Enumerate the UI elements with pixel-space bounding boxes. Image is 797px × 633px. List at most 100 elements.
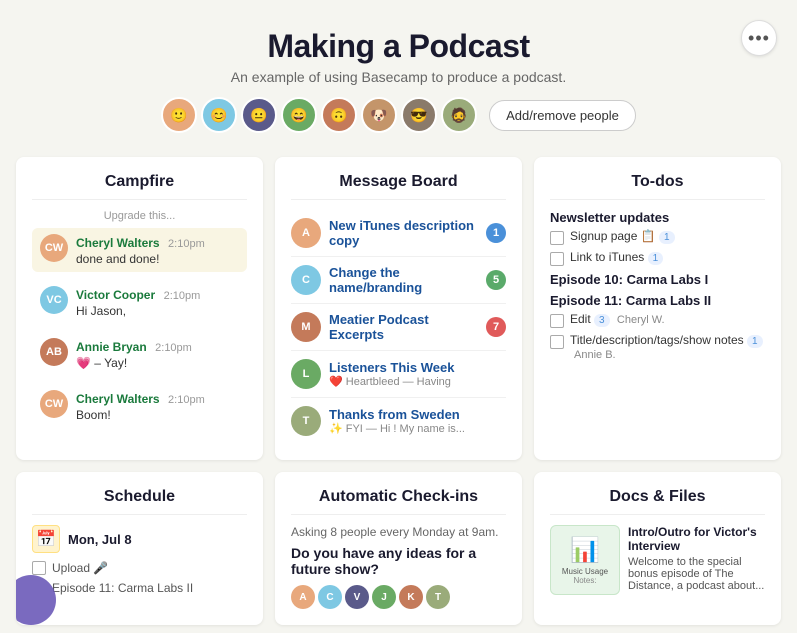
avatar[interactable]: 🐶 (361, 97, 397, 133)
checkins-avatars: A C V J K T (291, 585, 506, 609)
chat-time: 2:10pm (155, 342, 192, 354)
todo-item: Link to iTunes 1 (550, 250, 765, 266)
schedule-day: Mon, Jul 8 (68, 532, 132, 547)
avatar: VC (40, 286, 68, 314)
chat-item: CW Cheryl Walters 2:10pm Boom! (32, 384, 247, 428)
schedule-event: Mon, Jul 8 (68, 532, 132, 547)
avatar[interactable]: 🙂 (161, 97, 197, 133)
chat-item: AB Annie Bryan 2:10pm 💗 – Yay! (32, 332, 247, 376)
avatar: C (291, 265, 321, 295)
chat-message: 💗 – Yay! (76, 356, 239, 370)
page-header: Making a Podcast An example of using Bas… (0, 0, 797, 149)
campfire-title: Campfire (32, 173, 247, 200)
todo-checkbox[interactable] (550, 335, 564, 349)
avatar: V (345, 585, 369, 609)
todo-section-label: Episode 11: Carma Labs II (550, 293, 765, 308)
todo-item: Edit 3 Cheryl W. (550, 312, 765, 328)
avatar[interactable]: 😎 (401, 97, 437, 133)
avatar: C (318, 585, 342, 609)
message-badge: 5 (486, 270, 506, 290)
avatar[interactable]: 😐 (241, 97, 277, 133)
msg-item[interactable]: C Change the name/branding 5 (291, 257, 506, 304)
todo-item: Signup page 📋 1 (550, 229, 765, 245)
chat-item: CW Cheryl Walters 2:10pm done and done! (32, 228, 247, 272)
todo-badge: 1 (747, 335, 763, 348)
avatar: A (291, 585, 315, 609)
schedule-card: Schedule 📅 Mon, Jul 8 Upload 🎤 Episode 1… (16, 472, 263, 625)
doc-thumbnail[interactable]: 📊 Music Usage Notes: (550, 525, 620, 595)
page-subtitle: An example of using Basecamp to produce … (20, 69, 777, 85)
schedule-title: Schedule (32, 488, 247, 515)
docs-card: Docs & Files 📊 Music Usage Notes: Intro/… (534, 472, 781, 625)
message-board-card: Message Board A New iTunes description c… (275, 157, 522, 460)
message-badge: 7 (486, 317, 506, 337)
chat-time: 2:10pm (164, 290, 201, 302)
avatar: L (291, 359, 321, 389)
avatar: T (291, 406, 321, 436)
avatar[interactable]: 😊 (201, 97, 237, 133)
msg-item[interactable]: M Meatier Podcast Excerpts 7 (291, 304, 506, 351)
message-title: New iTunes description copy (329, 218, 478, 248)
avatar: J (372, 585, 396, 609)
avatar: T (426, 585, 450, 609)
avatar[interactable]: 😄 (281, 97, 317, 133)
msg-item[interactable]: L Listeners This Week ❤️ Heartbleed — Ha… (291, 351, 506, 398)
avatar: CW (40, 234, 68, 262)
message-badge: 1 (486, 223, 506, 243)
upgrade-notice: Upgrade this... (32, 210, 247, 222)
avatar: A (291, 218, 321, 248)
chat-time: 2:10pm (168, 394, 205, 406)
chat-message: Boom! (76, 408, 239, 422)
spreadsheet-icon: 📊 (570, 536, 600, 565)
doc-title: Intro/Outro for Victor's Interview (628, 525, 765, 553)
avatar: CW (40, 390, 68, 418)
avatar: M (291, 312, 321, 342)
avatar[interactable]: 🧔 (441, 97, 477, 133)
chat-name: Cheryl Walters (76, 236, 160, 250)
todos-card: To-dos Newsletter updates Signup page 📋 … (534, 157, 781, 460)
campfire-card: Campfire Upgrade this... CW Cheryl Walte… (16, 157, 263, 460)
docs-item: 📊 Music Usage Notes: Intro/Outro for Vic… (550, 525, 765, 595)
avatar[interactable]: 🙃 (321, 97, 357, 133)
doc-label: Music Usage (562, 567, 608, 576)
team-avatars: 🙂 😊 😐 😄 🙃 🐶 😎 🧔 Add/remove people (20, 97, 777, 133)
checkins-title: Automatic Check-ins (291, 488, 506, 515)
message-title: Change the name/branding (329, 265, 478, 295)
page-title: Making a Podcast (20, 28, 777, 65)
schedule-item: 📅 Mon, Jul 8 (32, 525, 247, 553)
chat-name: Annie Bryan (76, 340, 147, 354)
chat-name: Cheryl Walters (76, 392, 160, 406)
message-title: Thanks from Sweden (329, 407, 506, 422)
decorative-circle (16, 575, 56, 625)
todo-checkbox[interactable] (550, 252, 564, 266)
add-people-button[interactable]: Add/remove people (489, 100, 636, 131)
checkins-card: Automatic Check-ins Asking 8 people ever… (275, 472, 522, 625)
todo-section-label: Newsletter updates (550, 210, 765, 225)
todo-checkbox[interactable] (550, 314, 564, 328)
checkins-description: Asking 8 people every Monday at 9am. (291, 525, 506, 539)
schedule-task: Upload 🎤 (52, 561, 108, 575)
doc-notes: Notes: (573, 576, 596, 585)
msg-item[interactable]: A New iTunes description copy 1 (291, 210, 506, 257)
chat-time: 2:10pm (168, 238, 205, 250)
todo-assignee: Annie B. (574, 349, 616, 361)
main-grid: Campfire Upgrade this... CW Cheryl Walte… (0, 149, 797, 633)
avatar: K (399, 585, 423, 609)
message-board-title: Message Board (291, 173, 506, 200)
msg-item[interactable]: T Thanks from Sweden ✨ FYI — Hi ! My nam… (291, 398, 506, 444)
calendar-icon: 📅 (32, 525, 60, 553)
schedule-note: Episode 11: Carma Labs II (52, 581, 193, 595)
todos-title: To-dos (550, 173, 765, 200)
chat-name: Victor Cooper (76, 288, 155, 302)
message-title: Listeners This Week (329, 360, 506, 375)
todo-badge: 1 (648, 252, 664, 265)
schedule-checkbox[interactable] (32, 561, 46, 575)
todo-checkbox[interactable] (550, 231, 564, 245)
menu-dots-button[interactable]: ••• (741, 20, 777, 56)
docs-title: Docs & Files (550, 488, 765, 515)
doc-info: Intro/Outro for Victor's Interview Welco… (628, 525, 765, 595)
chat-message: done and done! (76, 252, 239, 266)
todo-badge: 3 (594, 314, 610, 327)
chat-item: VC Victor Cooper 2:10pm Hi Jason, (32, 280, 247, 324)
todo-section-label: Episode 10: Carma Labs I (550, 272, 765, 287)
